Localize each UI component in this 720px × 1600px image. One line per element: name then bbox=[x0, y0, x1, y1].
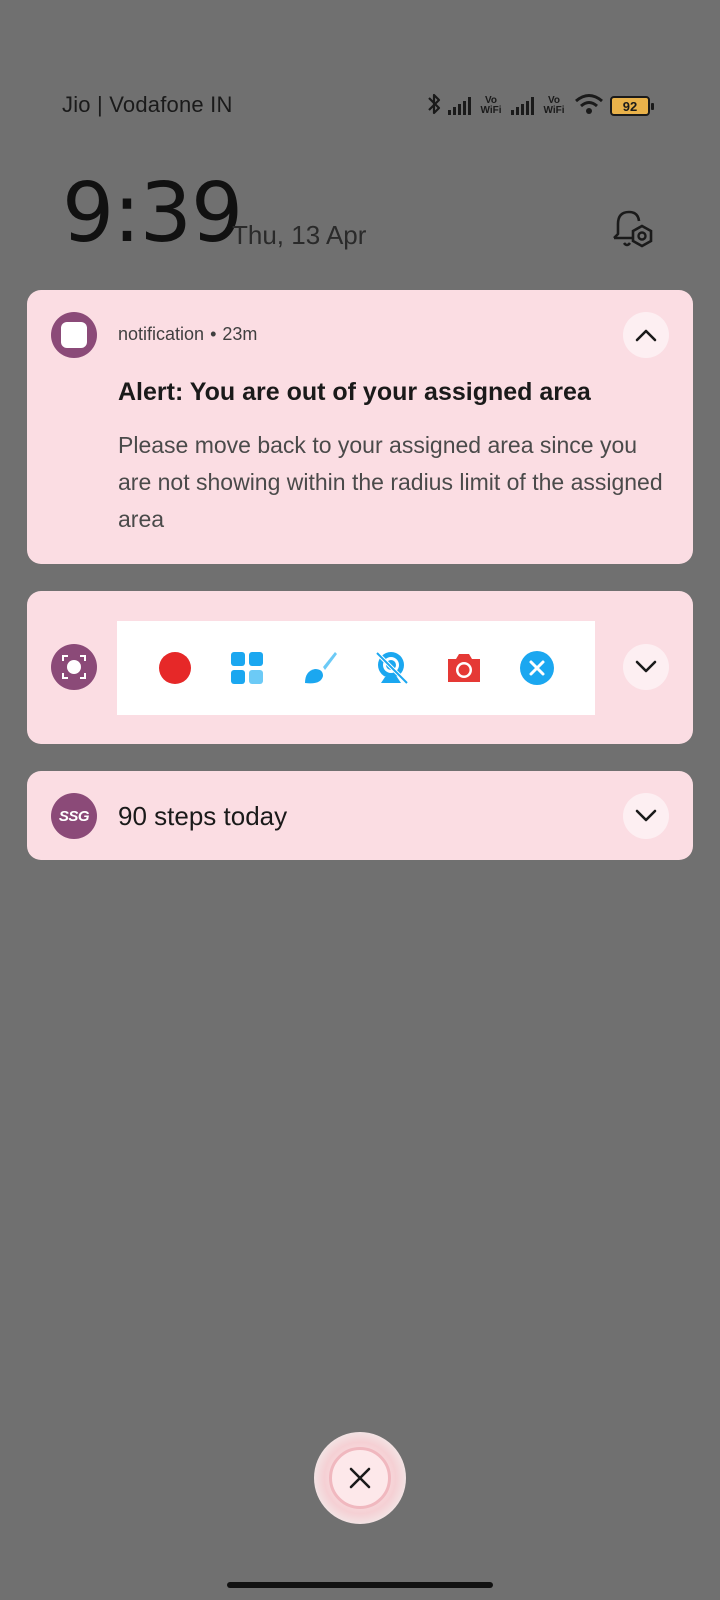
notification-card-alert[interactable]: notification • 23m Alert: You are out of y… bbox=[27, 290, 693, 564]
notification-card-recorder[interactable] bbox=[27, 591, 693, 744]
home-indicator[interactable] bbox=[227, 1582, 493, 1588]
close-icon[interactable] bbox=[517, 648, 557, 688]
bluetooth-icon bbox=[426, 92, 442, 121]
status-bar bbox=[0, 0, 720, 80]
signal-icon bbox=[511, 97, 534, 115]
notification-body: Please move back to your assigned area s… bbox=[118, 432, 663, 532]
lockscreen-time: 9:39 bbox=[62, 166, 243, 261]
battery-icon: 92 bbox=[610, 96, 654, 116]
camera-icon[interactable] bbox=[444, 648, 484, 688]
notification-settings-icon[interactable] bbox=[608, 206, 658, 252]
notification-title: Alert: You are out of your assigned area bbox=[118, 378, 591, 406]
ssg-badge-label: SSG bbox=[58, 807, 90, 825]
signal-icon bbox=[448, 97, 471, 115]
collapse-button[interactable] bbox=[623, 312, 669, 358]
notification-card-steps[interactable]: SSG 90 steps today bbox=[27, 771, 693, 860]
expand-button[interactable] bbox=[623, 644, 669, 690]
wifi-icon bbox=[574, 93, 604, 120]
status-icons: Vo WiFi Vo WiFi 92 bbox=[426, 88, 654, 124]
close-icon bbox=[349, 1467, 371, 1489]
vowifi-label: Vo WiFi bbox=[543, 95, 565, 116]
record-icon[interactable] bbox=[155, 648, 195, 688]
brush-icon[interactable] bbox=[300, 648, 340, 688]
carrier-label: Jio | Vodafone IN bbox=[62, 92, 233, 117]
screen-recorder-app-icon bbox=[51, 644, 97, 690]
clear-all-button[interactable] bbox=[314, 1432, 406, 1524]
chevron-down-icon bbox=[635, 809, 657, 822]
chevron-up-icon bbox=[635, 329, 657, 342]
lockscreen-date: Thu, 13 Apr bbox=[232, 220, 367, 250]
webcam-icon[interactable] bbox=[372, 648, 412, 688]
recorder-toolbar bbox=[117, 621, 595, 715]
notification-header: notification • 23m bbox=[118, 324, 258, 344]
notification-age: 23m bbox=[222, 324, 258, 344]
expand-button[interactable] bbox=[623, 793, 669, 839]
chevron-down-icon bbox=[635, 660, 657, 673]
notification-app-name: notification bbox=[118, 324, 205, 344]
ssg-app-icon: SSG bbox=[51, 793, 97, 839]
steps-title: 90 steps today bbox=[118, 801, 288, 831]
vowifi-label: Vo WiFi bbox=[480, 95, 502, 116]
app-icon bbox=[51, 312, 97, 358]
grid-icon[interactable] bbox=[227, 648, 267, 688]
